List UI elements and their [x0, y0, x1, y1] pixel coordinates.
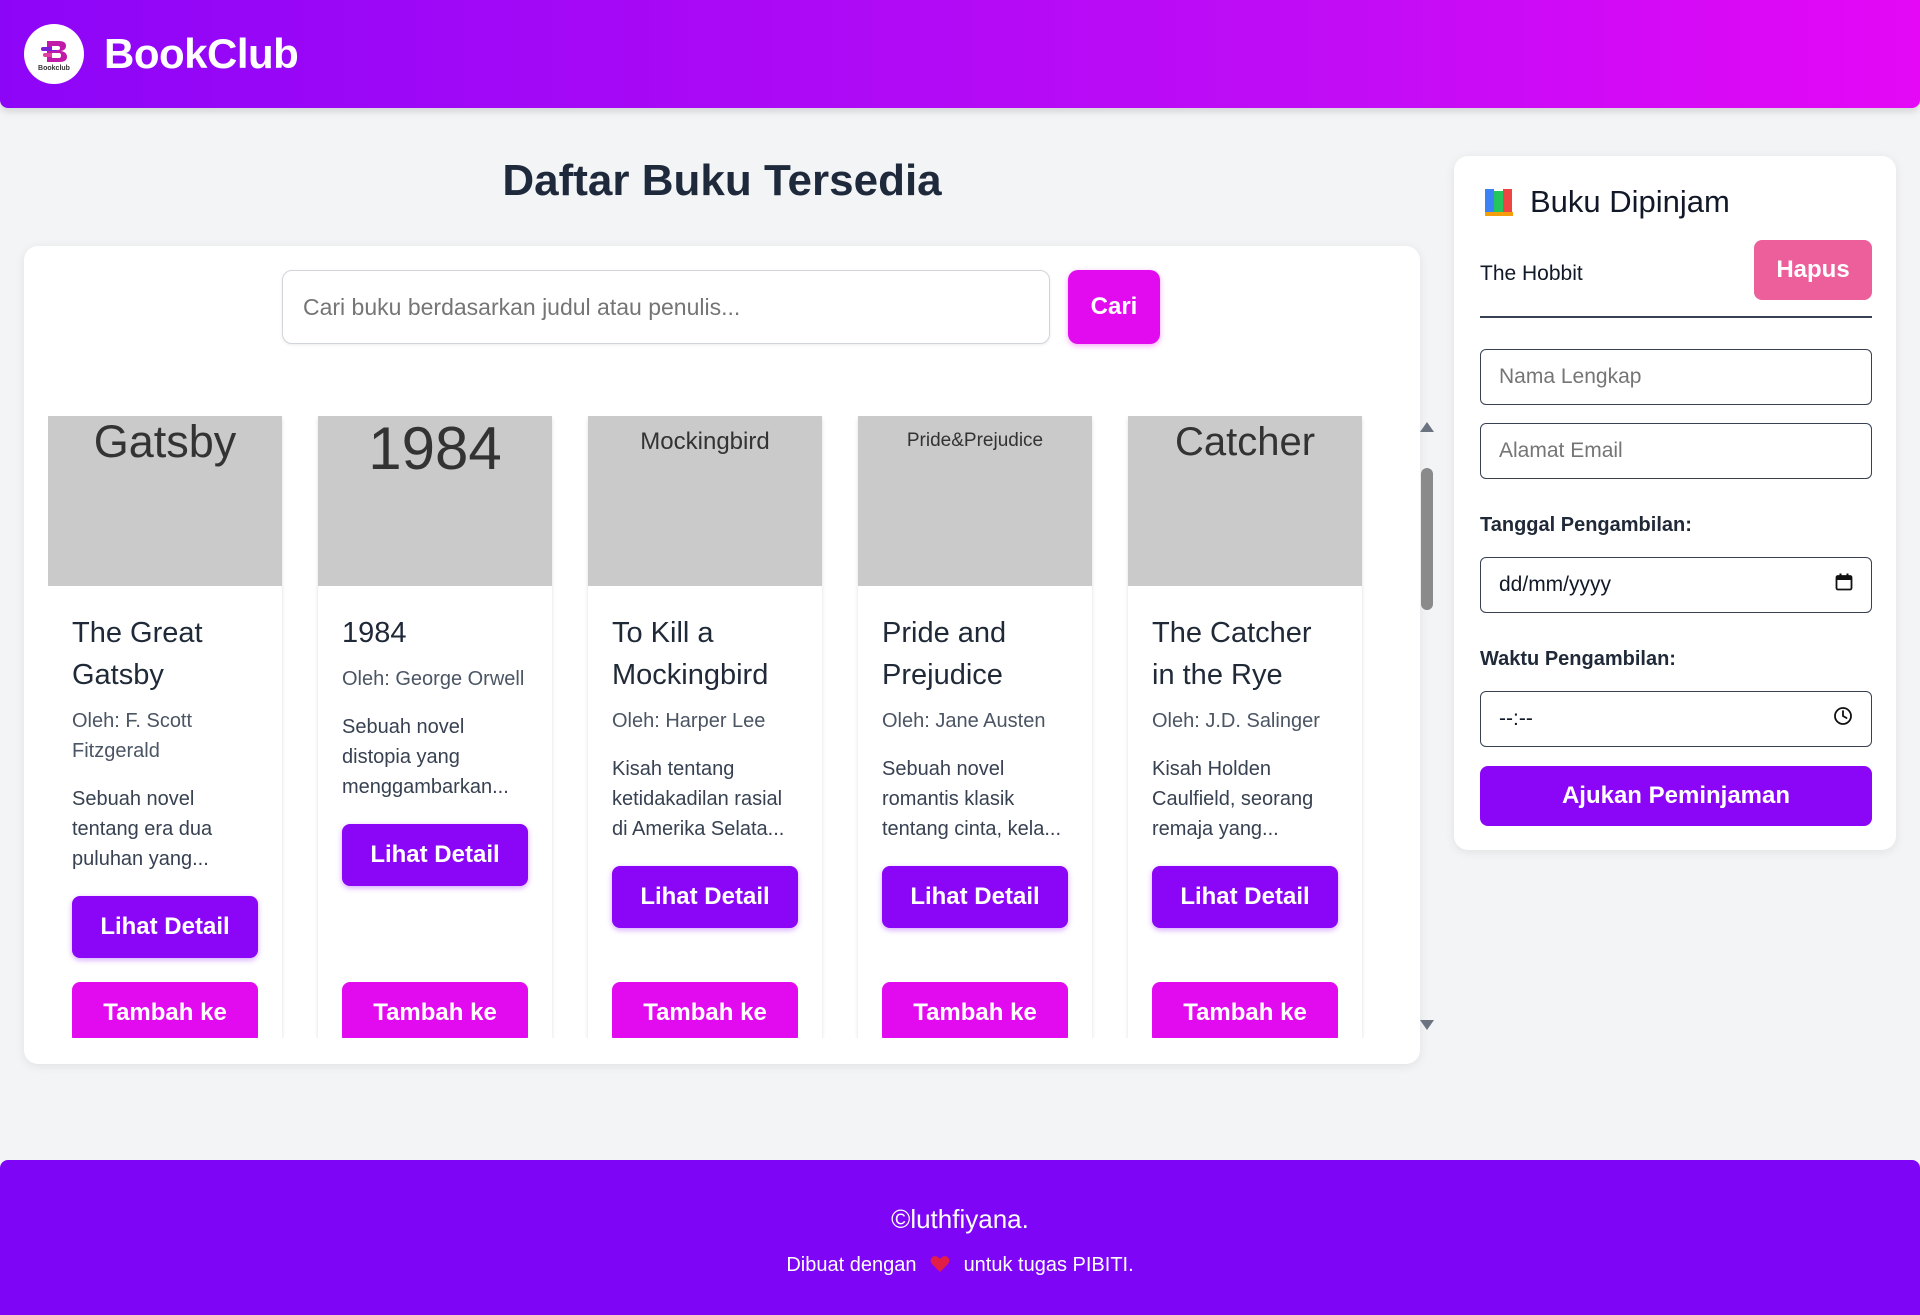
pickup-time-input[interactable]: --:-- — [1480, 691, 1872, 747]
book-title: The Catcher in the Rye — [1152, 617, 1312, 691]
book-author: Oleh: F. Scott Fitzgerald — [72, 710, 193, 762]
book-card: Catcher The Catcher in the Rye Oleh: J.D… — [1128, 416, 1362, 1038]
book-description: Sebuah novel romantis klasik tentang cin… — [882, 758, 1062, 840]
cover-text: Mockingbird — [640, 428, 770, 455]
pickup-date-input[interactable]: dd/mm/yyyy — [1480, 557, 1872, 613]
add-to-borrow-button[interactable]: Tambah ke — [342, 982, 528, 1038]
heart-icon — [930, 1254, 950, 1277]
submit-borrow-button[interactable]: Ajukan Peminjaman — [1480, 766, 1872, 826]
pickup-date-value: dd/mm/yyyy — [1499, 573, 1612, 596]
cover-text: Gatsby — [93, 416, 237, 467]
logo-icon — [39, 39, 69, 63]
pickup-date-label: Tanggal Pengambilan: — [1480, 514, 1692, 536]
view-detail-button[interactable]: Lihat Detail — [342, 824, 528, 886]
borrowed-books-title: Buku Dipinjam — [1482, 184, 1730, 220]
scroll-up-arrow-icon[interactable] — [1420, 422, 1434, 432]
cover-text: Catcher — [1174, 420, 1316, 464]
add-to-borrow-button[interactable]: Tambah ke — [882, 982, 1068, 1038]
footer-credit-prefix: Dibuat dengan — [786, 1254, 917, 1276]
search-input[interactable] — [282, 270, 1050, 344]
book-card: Mockingbird To Kill a Mockingbird Oleh: … — [588, 416, 822, 1038]
book-description: Sebuah novel distopia yang menggambarkan… — [342, 716, 509, 798]
view-detail-button[interactable]: Lihat Detail — [612, 866, 798, 928]
full-name-input[interactable] — [1480, 349, 1872, 405]
borrowed-item-title: The Hobbit — [1480, 262, 1583, 285]
footer-credit-suffix: untuk tugas PIBITI. — [963, 1254, 1134, 1276]
book-author: Oleh: J.D. Salinger — [1152, 710, 1320, 732]
logo-caption: Bookclub — [38, 64, 70, 72]
email-input[interactable] — [1480, 423, 1872, 479]
book-card: Gatsby The Great Gatsby Oleh: F. Scott F… — [48, 416, 282, 1038]
book-title: 1984 — [342, 617, 407, 649]
cover-text: 1984 — [368, 416, 502, 482]
book-cover: Pride&Prejudice — [858, 416, 1092, 586]
footer-credit: Dibuat dengan untuk tugas PIBITI. — [0, 1254, 1920, 1277]
books-icon — [1482, 187, 1516, 217]
app-header: Bookclub BookClub — [0, 0, 1920, 108]
book-title: The Great Gatsby — [72, 617, 203, 691]
borrowed-books-title-text: Buku Dipinjam — [1530, 184, 1730, 219]
add-to-borrow-button[interactable]: Tambah ke — [1152, 982, 1338, 1038]
scrollbar-thumb[interactable] — [1421, 468, 1433, 610]
book-grid[interactable]: Gatsby The Great Gatsby Oleh: F. Scott F… — [48, 416, 1418, 1038]
book-grid-scrollbar[interactable] — [1416, 416, 1436, 1036]
calendar-icon[interactable] — [1835, 573, 1853, 597]
footer-copyright: ©luthfiyana. — [891, 1204, 1029, 1234]
book-card: 1984 1984 Oleh: George Orwell Sebuah nov… — [318, 416, 552, 1038]
view-detail-button[interactable]: Lihat Detail — [882, 866, 1068, 928]
book-description: Kisah tentang ketidakadilan rasial di Am… — [612, 758, 785, 840]
book-author: Oleh: Harper Lee — [612, 710, 766, 732]
book-cover: Catcher — [1128, 416, 1362, 586]
add-to-borrow-button[interactable]: Tambah ke — [72, 982, 258, 1038]
borrowed-item: The Hobbit Hapus — [1480, 240, 1872, 318]
clock-icon[interactable] — [1833, 706, 1853, 732]
brand-name[interactable]: BookClub — [104, 30, 299, 78]
book-cover: Mockingbird — [588, 416, 822, 586]
book-cover: Gatsby — [48, 416, 282, 586]
book-description: Sebuah novel tentang era dua puluhan yan… — [72, 788, 213, 870]
app-footer: ©luthfiyana. Dibuat dengan untuk tugas P… — [0, 1160, 1920, 1315]
book-list-panel: Cari Gatsby The Great Gatsby Oleh: F. Sc… — [24, 246, 1434, 1064]
view-detail-button[interactable]: Lihat Detail — [1152, 866, 1338, 928]
cover-text: Pride&Prejudice — [906, 430, 1044, 451]
book-card: Pride&Prejudice Pride and Prejudice Oleh… — [858, 416, 1092, 1038]
book-author: Oleh: George Orwell — [342, 668, 525, 690]
book-title: Pride and Prejudice — [882, 617, 1007, 691]
book-title: To Kill a Mockingbird — [612, 617, 769, 691]
borrowed-books-panel: Buku Dipinjam The Hobbit Hapus Tanggal P… — [1454, 156, 1896, 850]
pickup-time-label: Waktu Pengambilan: — [1480, 648, 1676, 670]
book-cover: 1984 — [318, 416, 552, 586]
book-description: Kisah Holden Caulfield, seorang remaja y… — [1152, 758, 1314, 840]
book-author: Oleh: Jane Austen — [882, 710, 1046, 732]
scroll-down-arrow-icon[interactable] — [1420, 1020, 1434, 1030]
page-title: Daftar Buku Tersedia — [502, 156, 942, 205]
logo[interactable]: Bookclub — [24, 24, 84, 84]
pickup-time-value: --:-- — [1499, 707, 1533, 730]
search-button[interactable]: Cari — [1068, 270, 1160, 344]
add-to-borrow-button[interactable]: Tambah ke — [612, 982, 798, 1038]
remove-borrowed-button[interactable]: Hapus — [1754, 240, 1872, 300]
view-detail-button[interactable]: Lihat Detail — [72, 896, 258, 958]
